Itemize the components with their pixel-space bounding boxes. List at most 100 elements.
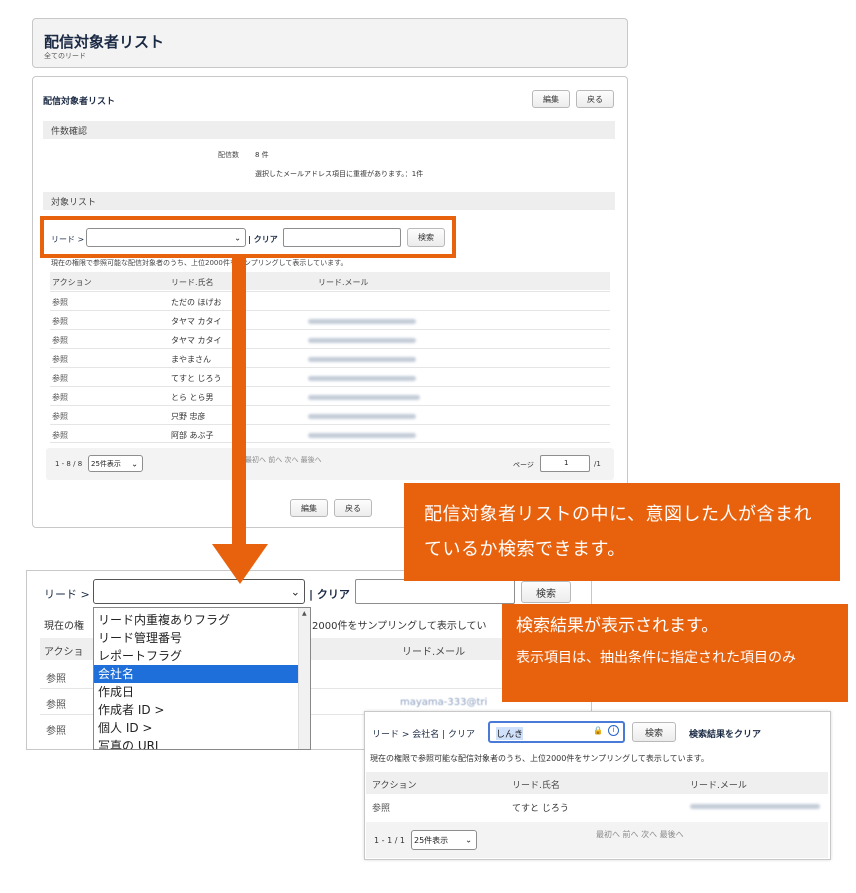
result-table-header	[366, 772, 828, 794]
row-name: てすと じろう	[171, 374, 222, 383]
callout-result-body: 表示項目は、抽出条件に指定された項目のみ	[516, 650, 796, 666]
zoom-field-select[interactable]: ⌄	[93, 579, 305, 604]
row-email-blurred	[308, 395, 420, 400]
result-query-input[interactable]: しんき 🔒 i	[488, 721, 625, 743]
table-row: 参照 只野 忠彦	[50, 405, 610, 424]
result-field-label: リード > 会社名 | クリア	[372, 730, 476, 740]
result-query-value: しんき	[496, 727, 524, 740]
filter-highlight-frame	[40, 216, 456, 258]
row-name: タヤマ カタイ	[171, 336, 222, 345]
per-page-value: 25件表示	[91, 460, 121, 468]
row-view-link[interactable]: 参照	[52, 335, 68, 346]
dropdown-option[interactable]: リード内重複ありフラグ	[94, 611, 310, 629]
table-row: 参照 タヤマ カタイ	[50, 310, 610, 329]
edit-button[interactable]: 編集	[532, 90, 570, 108]
clear-results-link[interactable]: 検索結果をクリア	[689, 727, 761, 740]
row-email-blurred	[308, 319, 416, 324]
row-view-link[interactable]: 参照	[52, 354, 68, 365]
zoom-query-input[interactable]	[355, 579, 515, 604]
dropdown-option-selected[interactable]: 会社名	[94, 665, 310, 683]
page-header: 配信対象者リスト 全てのリード	[32, 18, 628, 68]
count-value: 8 件	[255, 151, 269, 159]
pager-nav[interactable]: 最初へ 前へ 次へ 最後へ	[245, 455, 322, 465]
row-view-link[interactable]: 参照	[52, 392, 68, 403]
arrow-down-icon	[212, 544, 268, 584]
row-view-link[interactable]: 参照	[52, 430, 68, 441]
row-email-blurred	[308, 433, 416, 438]
back-button-bottom[interactable]: 戻る	[334, 499, 372, 517]
zoom-header-action: アクショ	[44, 647, 84, 658]
row-name: 阿部 あぶ子	[171, 431, 214, 440]
dropdown-scrollbar[interactable]: ▲	[298, 608, 310, 749]
arrow-shaft	[232, 258, 246, 546]
table-row: 参照 タヤマ カタイ	[50, 329, 610, 348]
row-name: タヤマ カタイ	[171, 317, 222, 326]
row-email-blurred	[308, 338, 416, 343]
row-view-link[interactable]: 参照	[52, 373, 68, 384]
count-label: 配信数	[218, 151, 239, 159]
zoom-header-email: リード.メール	[402, 647, 466, 658]
page-total: /1	[594, 460, 601, 468]
result-per-page-select[interactable]: 25件表示 ⌄	[411, 830, 477, 850]
zoom-clear-link[interactable]: | クリア	[309, 586, 350, 602]
result-pager-range: 1 - 1 / 1	[374, 836, 406, 845]
chevron-down-icon: ⌄	[290, 585, 300, 598]
zoom-row-email-partial: mayama-333@tri	[400, 697, 488, 708]
row-name: とら とら男	[171, 393, 214, 402]
table-header-email: リード.メール	[318, 278, 369, 287]
dropdown-option[interactable]: 作成者 ID >	[94, 701, 310, 719]
result-search-button[interactable]: 検索	[632, 722, 676, 742]
chevron-down-icon: ⌄	[131, 459, 138, 468]
dropdown-option[interactable]: 作成日	[94, 683, 310, 701]
dropdown-option[interactable]: リード管理番号	[94, 629, 310, 647]
zoom-note-tail: 2000件をサンプリングして表示してい	[312, 621, 487, 632]
result-pager-nav[interactable]: 最初へ 前へ 次へ 最後へ	[596, 829, 684, 840]
page-number-value: 1	[564, 459, 569, 467]
per-page-select[interactable]: 25件表示 ⌄	[88, 455, 143, 472]
zoom-note-head: 現在の権	[44, 621, 84, 632]
callout-search: 配信対象者リストの中に、意図した人が含まれているか検索できます。	[404, 483, 840, 581]
row-email-blurred	[308, 357, 416, 362]
row-view-link[interactable]: 参照	[52, 316, 68, 327]
zoom-search-button[interactable]: 検索	[521, 581, 571, 603]
field-dropdown-list[interactable]: リード内重複ありフラグ リード管理番号 レポートフラグ 会社名 作成日 作成者 …	[93, 607, 311, 750]
table-row: 参照 とら とら男	[50, 386, 610, 405]
page-label: ページ	[513, 461, 534, 469]
lock-icon: 🔒	[593, 726, 603, 735]
table-header: アクション リード.氏名 リード.メール	[50, 272, 610, 290]
dropdown-option[interactable]: 個人 ID >	[94, 719, 310, 737]
result-header-email: リード.メール	[690, 781, 747, 791]
row-name: まやまさん	[171, 355, 211, 364]
table-row: 参照 てすと じろう	[50, 367, 610, 386]
edit-button-bottom[interactable]: 編集	[290, 499, 328, 517]
row-view-link[interactable]: 参照	[52, 411, 68, 422]
password-manager-icon[interactable]: i	[608, 725, 619, 736]
scroll-up-arrow-icon[interactable]: ▲	[302, 610, 307, 617]
zoom-row-view-link[interactable]: 参照	[46, 722, 66, 737]
table-row: 参照 ただの ほげお	[50, 291, 610, 310]
zoom-row-view-link[interactable]: 参照	[46, 696, 66, 711]
result-row-view-link[interactable]: 参照	[372, 801, 390, 814]
duplicate-note: 選択したメールアドレス項目に重複があります。：1件	[255, 170, 424, 178]
row-name: ただの ほげお	[171, 298, 222, 307]
count-section-header: 件数確認	[43, 121, 615, 139]
page-title: 配信対象者リスト	[44, 33, 165, 51]
callout-result-title: 検索結果が表示されます。	[516, 616, 719, 636]
pager-range: 1 - 8 / 8	[55, 460, 83, 468]
result-row-email-blurred	[690, 804, 820, 809]
result-note: 現在の権限で参照可能な配信対象者のうち、上位2000件をサンプリングして表示して…	[370, 754, 709, 763]
dropdown-option[interactable]: レポートフラグ	[94, 647, 310, 665]
zoom-row-view-link[interactable]: 参照	[46, 670, 66, 685]
table-header-action: アクション	[52, 278, 92, 287]
dropdown-option[interactable]: 写真の URL	[94, 737, 310, 749]
row-email-blurred	[308, 376, 416, 381]
callout-search-text: 配信対象者リストの中に、意図した人が含まれているか検索できます。	[424, 504, 812, 560]
page-number-input[interactable]: 1	[540, 455, 590, 472]
table-row: 参照 まやまさん	[50, 348, 610, 367]
table-header-name: リード.氏名	[171, 278, 214, 287]
row-view-link[interactable]: 参照	[52, 297, 68, 308]
target-section-header: 対象リスト	[43, 192, 615, 210]
callout-result: 検索結果が表示されます。 表示項目は、抽出条件に指定された項目のみ	[502, 604, 848, 702]
zoom-field-label: リード >	[44, 588, 90, 601]
back-button[interactable]: 戻る	[576, 90, 614, 108]
